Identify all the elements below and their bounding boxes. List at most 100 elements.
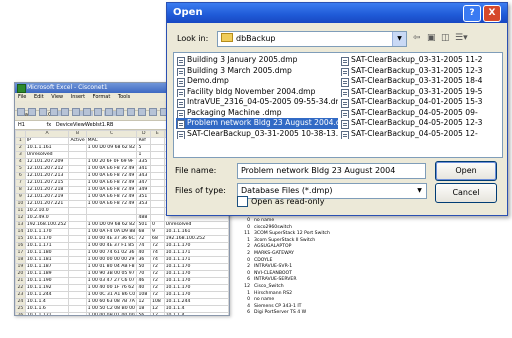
cell[interactable]: 36 (136, 256, 152, 264)
cell[interactable]: NVI-CLEANBOOT (254, 271, 292, 276)
lookin-combo[interactable]: dbBackup ▼ (217, 31, 407, 47)
cell[interactable]: 192.168.100.252 (24, 221, 70, 229)
column-header[interactable]: E (150, 130, 165, 138)
cell[interactable]: 0 (228, 218, 250, 225)
row-number[interactable]: 22 (15, 284, 26, 292)
copy-icon[interactable] (94, 108, 102, 116)
cell[interactable]: 3com SuperStack II Switch (254, 238, 315, 243)
row-number[interactable]: 15 (15, 235, 26, 243)
cell[interactable]: 353 (136, 200, 152, 208)
file-list-item[interactable]: SAT-ClearBackup_04-05-2005 12-3 (340, 118, 502, 129)
cell[interactable]: 12 (150, 305, 165, 313)
cell[interactable]: 10.1.1.171 (163, 256, 229, 264)
new-icon[interactable] (17, 108, 25, 116)
row-number[interactable]: 14 (15, 228, 26, 236)
cell[interactable]: 1 (136, 151, 152, 159)
cell[interactable]: 12.101.207.221 (24, 200, 70, 208)
cell[interactable]: 12.101.207.209 (24, 158, 70, 166)
view-menu-icon[interactable]: ☰▾ (455, 33, 468, 43)
cell[interactable]: 1 00 00 4E 37 36 6C (85, 235, 138, 243)
cell[interactable] (68, 151, 87, 159)
column-header[interactable] (15, 130, 26, 138)
cell[interactable]: 2 (228, 264, 250, 271)
column-header[interactable]: B (68, 130, 87, 138)
cell[interactable]: AGSUGALAPTOP (254, 244, 291, 249)
row-number[interactable]: 23 (15, 291, 26, 299)
row-number[interactable]: 6 (15, 172, 26, 180)
row-number[interactable]: 26 (15, 312, 26, 315)
cell[interactable] (150, 207, 165, 215)
cell[interactable] (68, 305, 87, 313)
file-list-item[interactable]: Building 3 January 2005.dmp (176, 55, 338, 66)
cell[interactable]: 6 (228, 310, 250, 317)
file-list-item[interactable]: SAT-ClearBackup_03-31-2005 10-38-13.dmp (176, 129, 338, 139)
cell[interactable]: no name (254, 218, 274, 223)
save-icon[interactable] (39, 108, 47, 116)
cell[interactable]: 1 00 0A E6 F8 72 49 (85, 193, 138, 201)
cell[interactable]: 10.2.10.0 (24, 207, 70, 215)
cell[interactable]: 46 (136, 277, 152, 285)
cell[interactable]: 1 00 00 74 61 02 36 (85, 249, 138, 257)
cell[interactable]: 10.1.1.180 (24, 249, 70, 257)
cell[interactable] (68, 298, 87, 306)
cell[interactable]: 10.1.1.190 (24, 277, 70, 285)
cell[interactable]: 10.1.1.244 (163, 298, 229, 306)
row-number[interactable]: 16 (15, 242, 26, 250)
menu-file[interactable]: File (18, 94, 26, 100)
cell[interactable] (150, 186, 165, 194)
cell[interactable]: 10.1.1.170 (163, 242, 229, 250)
cell[interactable]: 10.1.1.4 (163, 312, 229, 315)
file-list[interactable]: Building 3 January 2005.dmp Building 3 Ma… (173, 52, 503, 158)
cell[interactable] (68, 214, 87, 222)
cell[interactable] (68, 165, 87, 173)
cell[interactable]: 12 (136, 298, 152, 306)
menu-edit[interactable]: Edit (34, 94, 44, 100)
cell[interactable]: 72 (150, 263, 165, 271)
cell[interactable]: Unresolved (163, 221, 229, 229)
cell[interactable]: 10.1.1.4 (24, 298, 70, 306)
cell[interactable]: 1 00 0A E6 F8 72 49 (85, 165, 138, 173)
cell[interactable] (68, 221, 87, 229)
cell[interactable] (85, 207, 138, 215)
file-list-item[interactable]: SAT-ClearBackup_04-01-2005 15-3 (340, 97, 502, 108)
chevron-down-icon[interactable]: ▼ (413, 184, 426, 198)
cell[interactable] (68, 172, 87, 180)
cell[interactable]: 1 00 0A E6 F8 72 49 (85, 179, 138, 187)
cell[interactable]: 12.101.207.213 (24, 172, 70, 180)
cell[interactable]: 9 (150, 228, 165, 236)
cell[interactable]: 68 (150, 235, 165, 243)
cell[interactable]: 40 (136, 284, 152, 292)
cell[interactable]: 10.1.1.4 (163, 305, 229, 313)
cell[interactable] (150, 193, 165, 201)
cell[interactable] (150, 137, 165, 145)
cell[interactable] (150, 151, 165, 159)
row-number[interactable]: 12 (15, 214, 26, 222)
close-button[interactable]: X (483, 5, 501, 22)
cut-icon[interactable] (83, 108, 91, 116)
cell[interactable]: 50 (136, 263, 152, 271)
cell[interactable]: 1 00 50 C2 08 B0 00 (85, 305, 138, 313)
print-icon[interactable] (50, 108, 58, 116)
cell[interactable]: 1 00 00 4E 37 F1 85 (85, 242, 138, 250)
cell[interactable] (68, 270, 87, 278)
cell[interactable]: 341 (136, 165, 152, 173)
file-list-item[interactable]: SAT-ClearBackup_03-31-2005 11-2 (340, 55, 502, 66)
cell[interactable]: 12 (150, 312, 165, 315)
cell[interactable]: 10.1.1.170 (163, 277, 229, 285)
cell[interactable]: 5 (136, 144, 152, 152)
cell[interactable] (150, 214, 165, 222)
cell[interactable]: 1 00 60 63 08 7B 7A (85, 298, 138, 306)
cell[interactable]: 56 (136, 312, 152, 315)
cell[interactable]: 10.1.1.6 (24, 305, 70, 313)
cell[interactable]: 347 (136, 179, 152, 187)
cell[interactable] (68, 179, 87, 187)
cell[interactable]: Hirschmann RS2 (254, 291, 292, 296)
cell[interactable]: IP (24, 137, 70, 145)
cell[interactable]: 108 (136, 291, 152, 299)
cell[interactable]: 10.1.1.170 (163, 291, 229, 299)
cell[interactable]: 10.1.1.170 (24, 228, 70, 236)
cell[interactable]: 1 00 40 00 1F 76 62 (85, 284, 138, 292)
open-button[interactable]: Open (435, 161, 497, 181)
cell[interactable]: 10.1.1.171 (163, 249, 229, 257)
up-folder-icon[interactable]: ▣ (427, 33, 436, 43)
